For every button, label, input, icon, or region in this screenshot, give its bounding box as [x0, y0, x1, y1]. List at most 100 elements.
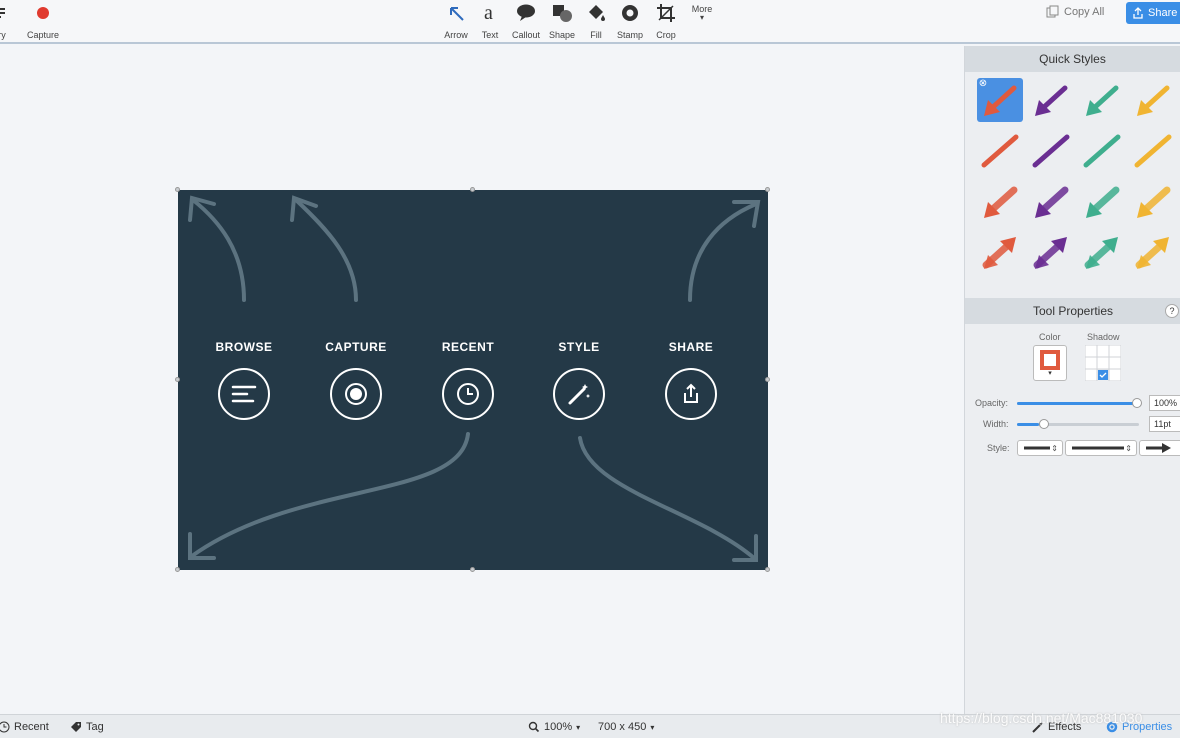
- clock-icon: [0, 721, 10, 733]
- tag-button[interactable]: Tag: [70, 721, 104, 733]
- color-picker[interactable]: ▾: [1033, 345, 1067, 381]
- quick-style-line-icon: [1032, 134, 1070, 168]
- stamp-icon: [622, 5, 638, 21]
- chevron-down-icon: ▾: [650, 722, 655, 732]
- resize-handle[interactable]: [175, 377, 180, 382]
- text-tool-icon: a: [484, 2, 493, 24]
- capture-circle: [330, 368, 382, 420]
- width-slider-fill: [1017, 423, 1039, 426]
- quick-style-swatch[interactable]: [977, 129, 1023, 173]
- copy-all-button[interactable]: Copy All: [1046, 5, 1104, 19]
- line-end-select[interactable]: [1139, 440, 1180, 456]
- quick-style-arrow-sw-3d-icon: [984, 186, 1018, 218]
- quick-style-swatch[interactable]: [1130, 129, 1176, 173]
- style-label-prop: Style:: [987, 443, 1010, 453]
- quick-style-swatch[interactable]: ⊗: [977, 78, 1023, 122]
- help-button[interactable]: ?: [1165, 304, 1179, 318]
- opacity-value-field[interactable]: 100%: [1149, 395, 1180, 411]
- dimensions-control[interactable]: 700 x 450 ▾: [598, 721, 654, 733]
- quick-style-arrow-sw-3d-icon: [1086, 186, 1120, 218]
- style-item: STYLE: [524, 340, 634, 420]
- fill-tool-label: Fill: [590, 30, 602, 40]
- record-icon: [37, 7, 49, 19]
- line-start-select[interactable]: ⇕: [1017, 440, 1063, 456]
- arrow-tool-icon: [450, 7, 464, 21]
- quick-style-arrow-ne-3d-icon: [1135, 237, 1169, 269]
- capture-item: CAPTURE: [301, 340, 411, 420]
- quick-style-swatch[interactable]: [1130, 180, 1176, 224]
- resize-handle[interactable]: [175, 187, 180, 192]
- opacity-slider-knob[interactable]: [1132, 398, 1142, 408]
- quick-style-line-icon: [1083, 134, 1121, 168]
- recent-status-label: Recent: [14, 721, 49, 733]
- crop-tool-button[interactable]: Crop: [646, 2, 686, 40]
- quick-style-swatch[interactable]: [1079, 180, 1125, 224]
- shadow-picker[interactable]: [1084, 344, 1122, 382]
- width-value-field[interactable]: 11pt: [1149, 416, 1180, 432]
- share-canvas-item: SHARE: [636, 340, 746, 420]
- callout-tool-button[interactable]: Callout: [506, 2, 546, 40]
- quick-style-arrow-ne-3d-icon: [1033, 237, 1067, 269]
- watermark-text: https://blog.csdn.net/Mac881030: [940, 710, 1143, 726]
- quick-style-swatch[interactable]: [1028, 78, 1074, 122]
- stamp-tool-label: Stamp: [616, 30, 643, 40]
- quick-style-swatch[interactable]: [1028, 231, 1074, 275]
- quick-style-swatch[interactable]: [1028, 129, 1074, 173]
- quick-style-swatch[interactable]: [977, 180, 1023, 224]
- share-button[interactable]: Share: [1126, 2, 1180, 24]
- sidebar: Quick Styles ⊗ Tool Properties ? Color ▾…: [964, 46, 1180, 714]
- width-slider-knob[interactable]: [1039, 419, 1049, 429]
- library-button[interactable]: rary: [0, 2, 18, 40]
- resize-handle[interactable]: [175, 567, 180, 572]
- text-tool-button[interactable]: a Text: [470, 2, 510, 40]
- quick-style-swatch[interactable]: [1079, 231, 1125, 275]
- chevron-down-icon: ▾: [1048, 369, 1052, 377]
- quick-style-line-icon: [1134, 134, 1172, 168]
- crop-icon: [657, 4, 675, 22]
- capture-guide-arrow: [294, 198, 358, 302]
- remove-style-icon[interactable]: ⊗: [979, 78, 987, 89]
- quick-style-arrow-sw-icon: [1086, 85, 1119, 116]
- opacity-slider[interactable]: [1017, 398, 1142, 408]
- dimensions-value: 700 x 450: [598, 721, 647, 733]
- quick-style-swatch[interactable]: [1028, 180, 1074, 224]
- quick-style-swatch[interactable]: [1079, 78, 1125, 122]
- resize-handle[interactable]: [470, 187, 475, 192]
- tool-properties-header: Tool Properties ?: [965, 298, 1180, 324]
- share-canvas-circle: [665, 368, 717, 420]
- crop-tool-label: Crop: [656, 30, 676, 40]
- width-slider[interactable]: [1017, 419, 1139, 429]
- resize-handle[interactable]: [765, 567, 770, 572]
- quick-style-swatch[interactable]: [1130, 231, 1176, 275]
- stamp-tool-button[interactable]: Stamp: [610, 2, 650, 40]
- arrow-end-icon: [1146, 443, 1171, 453]
- resize-handle[interactable]: [765, 187, 770, 192]
- capture-button[interactable]: Capture: [23, 2, 63, 40]
- browse-circle: [218, 368, 270, 420]
- capture-label: Capture: [26, 30, 60, 40]
- zoom-control[interactable]: 100% ▾: [528, 721, 580, 733]
- quick-style-swatch[interactable]: [977, 231, 1023, 275]
- share-canvas-label: SHARE: [668, 340, 714, 354]
- quick-style-arrow-sw-3d-icon: [1035, 186, 1069, 218]
- browse-guide-arrow: [191, 198, 246, 302]
- quick-style-swatch[interactable]: [1079, 129, 1125, 173]
- magic-wand-icon: [568, 384, 590, 405]
- opacity-slider-fill: [1017, 402, 1137, 405]
- quick-styles-header: Quick Styles: [965, 46, 1180, 72]
- quick-style-arrow-ne-3d-icon: [1084, 237, 1118, 269]
- share-label: Share: [1148, 7, 1178, 19]
- line-style-select[interactable]: ⇕: [1065, 440, 1137, 456]
- recent-button[interactable]: Recent: [0, 721, 49, 733]
- resize-handle[interactable]: [470, 567, 475, 572]
- quick-style-arrow-sw-3d-icon: [1137, 186, 1171, 218]
- style-guide-arrow: [578, 436, 756, 560]
- style-label: STYLE: [558, 340, 600, 354]
- resize-handle[interactable]: [765, 377, 770, 382]
- shadow-grid-icon: [1084, 344, 1122, 382]
- callout-tool-label: Callout: [511, 30, 540, 40]
- quick-style-arrow-ne-3d-icon: [982, 237, 1016, 269]
- more-button[interactable]: More ▾: [682, 0, 722, 22]
- zoom-icon: [528, 721, 540, 733]
- quick-style-swatch[interactable]: [1130, 78, 1176, 122]
